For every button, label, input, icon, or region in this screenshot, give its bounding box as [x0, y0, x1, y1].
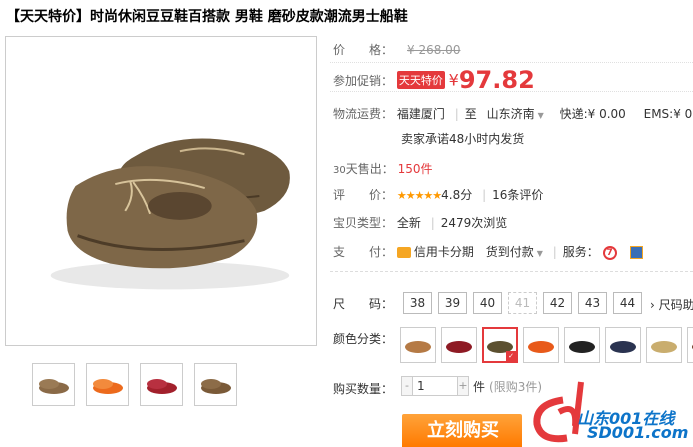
- divider: |: [552, 245, 557, 259]
- rating-label: 评 价：: [333, 188, 394, 202]
- chevron-down-icon: ▼: [536, 249, 543, 258]
- sales-label-text: 天售出：: [345, 162, 394, 176]
- size-label: 尺 码：: [333, 297, 394, 311]
- cash-on-delivery[interactable]: 货到付款: [486, 245, 534, 259]
- promo-price: 97.82: [458, 66, 535, 94]
- product-title: 【天天特价】时尚休闲豆豆鞋百搭款 男鞋 磨砂皮款潮流男士船鞋: [6, 9, 408, 25]
- shoe-thumbnail-icon: [38, 378, 69, 394]
- item-type-label: 宝贝类型：: [333, 216, 394, 230]
- seven-day-return-icon[interactable]: 7: [602, 245, 617, 260]
- view-count: 2479次浏览: [440, 216, 508, 230]
- size-options: 38 39 40 41 42 43 44: [403, 292, 642, 314]
- shoe-swatch-icon: [569, 341, 595, 353]
- quantity-decrease-button[interactable]: -: [401, 376, 413, 396]
- size-chart-link[interactable]: › 尺码助: [650, 296, 693, 313]
- size-option-40[interactable]: 40: [473, 292, 502, 314]
- ship-to-prefix: 至: [464, 107, 477, 121]
- main-product-image[interactable]: [5, 36, 317, 346]
- shoe-thumbnail-icon: [200, 378, 231, 394]
- shoe-swatch-icon: [651, 341, 677, 353]
- shoe-swatch-icon: [446, 341, 472, 353]
- section-divider: [330, 271, 693, 272]
- shipping-row: 物流运费： 福建厦门 | 至 山东济南▼ 快递:¥ 0.00 EMS:¥ 0.00: [333, 105, 693, 122]
- color-option-7[interactable]: [646, 327, 682, 363]
- ship-from: 福建厦门: [396, 107, 445, 121]
- payment-label: 支 付：: [333, 245, 394, 259]
- quantity-increase-button[interactable]: +: [457, 376, 469, 396]
- color-option-8[interactable]: [687, 327, 693, 363]
- promo-tag: 天天特价: [396, 71, 445, 89]
- sales-label-days: 30: [333, 165, 346, 176]
- credit-card-icon: [396, 247, 411, 258]
- divider: |: [454, 107, 459, 121]
- selected-check-icon: ✓: [506, 351, 516, 361]
- loafer-shoes-image: [50, 138, 290, 290]
- shoe-swatch-icon: [610, 341, 636, 353]
- service-label: 服务：: [562, 245, 599, 259]
- promo-label: 参加促销：: [333, 73, 394, 88]
- shoe-swatch-icon: [405, 341, 431, 353]
- color-option-6[interactable]: [605, 327, 641, 363]
- size-option-43[interactable]: 43: [578, 292, 607, 314]
- sales-label: 30天售出：: [333, 160, 394, 177]
- thumbnail-1[interactable]: [32, 363, 75, 406]
- quantity-label: 购买数量：: [333, 382, 394, 396]
- quantity-unit: 件: [473, 379, 486, 394]
- color-option-3[interactable]: ✓: [482, 327, 518, 363]
- ship-to-select[interactable]: 山东济南 ▼: [487, 107, 544, 121]
- shoe-thumbnail-icon: [146, 378, 177, 394]
- sales-count: 150: [397, 162, 421, 176]
- size-option-39[interactable]: 39: [438, 292, 467, 314]
- review-count-link[interactable]: 16条评价: [492, 188, 543, 202]
- ems-fee: EMS:¥ 0.00: [643, 107, 693, 121]
- sales-row: 30天售出： 150件: [333, 160, 433, 177]
- thumbnail-4[interactable]: [194, 363, 237, 406]
- item-type-row: 宝贝类型： 全新 | 2479次浏览: [333, 214, 507, 231]
- size-option-41: 41: [508, 292, 537, 314]
- price-yen: ¥: [448, 70, 459, 90]
- payment-row: 支 付： 信用卡分期 货到付款 ▼ | 服务： 7: [333, 243, 644, 260]
- thumbnail-strip: [32, 363, 237, 406]
- price-row: 价 格： ¥ 268.00: [333, 41, 460, 58]
- shipping-label: 物流运费：: [333, 107, 394, 121]
- size-option-42[interactable]: 42: [543, 292, 572, 314]
- divider: |: [430, 216, 435, 230]
- express-fee: 快递:¥ 0.00: [559, 107, 626, 121]
- color-options: ✓: [400, 327, 693, 363]
- watermark-logo: 山东001在线 SD001.com: [515, 372, 693, 447]
- color-option-1[interactable]: [400, 327, 436, 363]
- sales-unit: 件: [420, 162, 433, 176]
- ship-to-value: 山东济南: [486, 107, 535, 121]
- rating-score: 4.8分: [441, 188, 473, 202]
- chevron-down-icon: ▼: [537, 111, 544, 120]
- buy-now-button[interactable]: 立刻购买: [402, 414, 522, 447]
- credit-installment[interactable]: 信用卡分期: [414, 245, 474, 259]
- original-price: ¥ 268.00: [407, 43, 461, 57]
- rating-stars-icon: ★★★★★: [396, 189, 442, 202]
- size-option-38[interactable]: 38: [403, 292, 432, 314]
- guarantee-icon[interactable]: [630, 246, 644, 259]
- size-option-44[interactable]: 44: [613, 292, 642, 314]
- color-option-2[interactable]: [441, 327, 477, 363]
- color-label: 颜色分类：: [333, 332, 394, 346]
- watermark-domain: SD001.com: [587, 423, 689, 442]
- rating-row: 评 价： ★★★★★4.8分 | 16条评价: [333, 186, 543, 203]
- color-option-5[interactable]: [564, 327, 600, 363]
- shoe-thumbnail-icon: [92, 378, 123, 394]
- thumbnail-2[interactable]: [86, 363, 129, 406]
- ship-promise: 卖家承诺48小时内发货: [401, 132, 525, 146]
- price-label: 价 格：: [333, 43, 394, 57]
- item-condition: 全新: [396, 216, 421, 230]
- quantity-input[interactable]: 1: [413, 376, 457, 396]
- color-option-4[interactable]: [523, 327, 559, 363]
- thumbnail-3[interactable]: [140, 363, 183, 406]
- shoe-swatch-icon: [528, 341, 554, 353]
- divider: |: [482, 188, 487, 202]
- promo-row: 参加促销： 天天特价 ¥97.82: [333, 66, 535, 94]
